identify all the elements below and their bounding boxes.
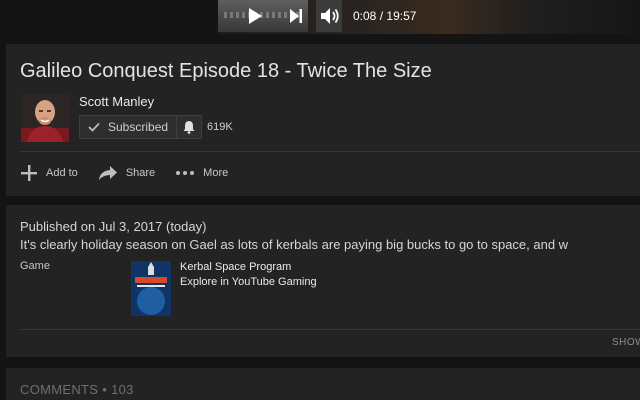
comments-count: 103 (111, 382, 134, 397)
avatar-image (21, 94, 69, 142)
youtube-gaming-link[interactable]: Explore in YouTube Gaming (180, 276, 317, 288)
publish-date: Published on Jul 3, 2017 (today) (20, 219, 207, 234)
comments-section: COMMENTS • 103 (6, 368, 640, 400)
more-button[interactable]: More (175, 167, 228, 179)
description-text: It's clearly holiday season on Gael as l… (20, 237, 569, 252)
time-total: 19:57 (386, 9, 417, 23)
video-primary-info: Galileo Conquest Episode 18 - Twice The … (6, 44, 640, 196)
comments-header: COMMENTS • 103 (20, 382, 134, 397)
notification-bell-button[interactable] (176, 115, 202, 139)
bell-icon (183, 121, 195, 134)
avatar[interactable] (21, 94, 69, 142)
channel-name[interactable]: Scott Manley (79, 94, 154, 109)
comments-label: COMMENTS (20, 382, 99, 397)
video-description: Published on Jul 3, 2017 (today) It's cl… (6, 205, 640, 357)
divider (20, 151, 640, 152)
next-button[interactable] (286, 6, 306, 26)
checkmark-icon (88, 122, 100, 132)
more-label: More (203, 167, 229, 179)
divider (20, 329, 640, 330)
game-box-art[interactable] (131, 261, 171, 316)
show-more-button[interactable]: SHOW (612, 337, 640, 348)
share-icon (98, 166, 117, 180)
skip-next-icon (290, 9, 302, 23)
more-icon (176, 171, 195, 175)
add-to-label: Add to (46, 167, 78, 179)
video-title: Galileo Conquest Episode 18 - Twice The … (20, 60, 432, 82)
play-button[interactable] (244, 6, 266, 26)
game-art-image (131, 261, 171, 316)
add-icon (21, 165, 37, 181)
share-label: Share (125, 167, 156, 179)
video-player-controls: 0:08 / 19:57 (0, 0, 640, 34)
volume-icon (321, 8, 339, 24)
game-title-link[interactable]: Kerbal Space Program (180, 261, 291, 273)
add-to-button[interactable]: Add to (20, 164, 78, 182)
time-display: 0:08 / 19:57 (353, 9, 416, 23)
time-separator: / (379, 9, 384, 23)
play-icon (249, 8, 262, 24)
comments-separator: • (102, 382, 108, 397)
share-button[interactable]: Share (98, 165, 155, 181)
metadata-key-game: Game (20, 260, 50, 272)
subscribed-label: Subscribed (108, 120, 169, 134)
subscribed-button[interactable]: Subscribed (79, 115, 176, 139)
volume-button[interactable] (318, 6, 342, 26)
time-current: 0:08 (353, 9, 377, 23)
action-bar: Add to Share More (20, 162, 248, 184)
subscriber-count: 619K (207, 121, 233, 133)
